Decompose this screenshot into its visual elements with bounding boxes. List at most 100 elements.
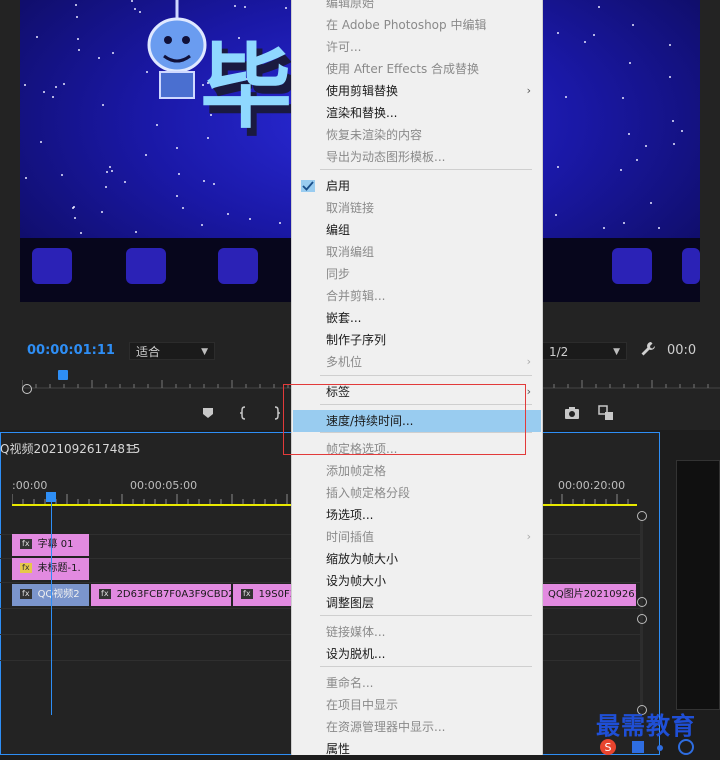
fit-dropdown[interactable]: 适合 ▼	[129, 342, 215, 360]
menu-item[interactable]: 缩放为帧大小	[293, 548, 541, 570]
menu-item[interactable]: 场选项...	[293, 504, 541, 526]
menu-item-label: 时间插值	[326, 530, 375, 544]
menu-item-label: 设为帧大小	[326, 574, 387, 588]
menu-item-label: 编组	[326, 223, 351, 237]
menu-item[interactable]: 编辑原始	[293, 0, 541, 14]
duration-timecode: 00:0	[667, 343, 697, 358]
sparkle	[182, 207, 184, 209]
sparkle	[249, 218, 251, 220]
menu-item[interactable]: 在项目中显示	[293, 694, 541, 716]
menu-item[interactable]: 设为脱机...	[293, 643, 541, 665]
menu-item-label: 取消链接	[326, 201, 375, 215]
sparkle	[40, 141, 42, 143]
scroll-handle[interactable]	[637, 614, 647, 624]
menu-item[interactable]: 添加帧定格	[293, 460, 541, 482]
menu-item[interactable]: 调整图层	[293, 592, 541, 614]
chevron-right-icon: ›	[526, 355, 531, 368]
menu-item[interactable]: 同步	[293, 263, 541, 285]
menu-item[interactable]: 合并剪辑...	[293, 285, 541, 307]
zoom-handle[interactable]	[22, 384, 32, 394]
sparkle	[645, 145, 647, 147]
fx-icon: fx	[20, 539, 32, 549]
clip-label: 字幕 01	[37, 539, 74, 550]
sparkle	[102, 104, 104, 106]
menu-item[interactable]: 取消链接	[293, 197, 541, 219]
sparkle	[101, 211, 103, 213]
marker-icon[interactable]	[200, 405, 216, 421]
menu-item[interactable]: 时间插值 ›	[293, 526, 541, 548]
playhead-timecode[interactable]: 00:00:01:11	[27, 343, 115, 358]
sparkle	[557, 32, 559, 34]
camera-icon[interactable]	[564, 405, 580, 421]
sparkle	[673, 143, 675, 145]
wrench-icon[interactable]	[640, 341, 656, 357]
sparkle	[72, 207, 74, 209]
sparkle	[669, 76, 671, 78]
sparkle	[632, 24, 634, 26]
sparkle	[77, 38, 79, 40]
checkmark-icon	[301, 180, 315, 192]
menu-separator	[320, 615, 532, 616]
sparkle	[43, 91, 45, 93]
sparkle	[279, 222, 281, 224]
menu-item[interactable]: 重命名...	[293, 672, 541, 694]
sparkle	[227, 213, 229, 215]
menu-item[interactable]: 编组	[293, 219, 541, 241]
menu-item-label: 导出为动态图形模板...	[326, 150, 446, 164]
menu-item[interactable]: 恢复未渲染的内容	[293, 124, 541, 146]
menu-item-label: 渲染和替换...	[326, 106, 398, 120]
sparkle	[109, 166, 111, 168]
menu-item[interactable]: 使用 After Effects 合成替换	[293, 58, 541, 80]
sparkle	[285, 7, 287, 9]
monitor-playhead[interactable]	[58, 370, 68, 380]
timeline-clip[interactable]: fx 19S0F3	[233, 584, 291, 606]
sparkle	[111, 170, 113, 172]
menu-item[interactable]: 制作子序列	[293, 329, 541, 351]
menu-item[interactable]: 渲染和替换...	[293, 102, 541, 124]
sparkle	[650, 202, 652, 204]
mark-in-icon[interactable]	[236, 405, 252, 421]
menu-item-label: 合并剪辑...	[326, 289, 386, 303]
menu-item[interactable]: 链接媒体...	[293, 621, 541, 643]
menu-item[interactable]: 导出为动态图形模板...	[293, 146, 541, 168]
compare-view-icon[interactable]	[598, 405, 614, 421]
menu-item-label: 恢复未渲染的内容	[326, 128, 423, 142]
clip-label: 2D63FCB7F0A3F9CBD2FA	[116, 589, 231, 600]
hamburger-menu-icon[interactable]: ☰	[126, 443, 136, 456]
watermark-logo: 最需教育	[596, 711, 696, 740]
sparkle	[24, 84, 26, 86]
menu-item[interactable]: 许可...	[293, 36, 541, 58]
menu-item[interactable]: 嵌套...	[293, 307, 541, 329]
scroll-handle[interactable]	[637, 597, 647, 607]
sparkle	[622, 97, 624, 99]
menu-item-label: 缩放为帧大小	[326, 552, 399, 566]
clip-label: QQ图片202109261	[548, 589, 636, 600]
sparkle	[156, 124, 158, 126]
menu-separator	[320, 375, 532, 376]
menu-item[interactable]: 插入帧定格分段	[293, 482, 541, 504]
menu-item[interactable]: 属性	[293, 738, 541, 760]
menu-item[interactable]: 在 Adobe Photoshop 中编辑	[293, 14, 541, 36]
menu-item[interactable]: 多机位 ›	[293, 351, 541, 373]
menu-item-label: 场选项...	[326, 508, 374, 522]
sparkle	[623, 222, 625, 224]
timeline-clip[interactable]: QQ图片202109261	[542, 584, 636, 606]
menu-item[interactable]: 设为帧大小	[293, 570, 541, 592]
sparkle	[555, 214, 557, 216]
scroll-handle[interactable]	[637, 511, 647, 521]
menu-item[interactable]: 使用剪辑替换 ›	[293, 80, 541, 102]
sparkle	[63, 83, 65, 85]
sparkle	[135, 231, 137, 233]
timeline-clip[interactable]: fx 2D63FCB7F0A3F9CBD2FA	[91, 584, 231, 606]
sparkle	[603, 227, 605, 229]
mark-out-icon[interactable]	[268, 405, 284, 421]
sparkle	[636, 159, 638, 161]
video-overlay-title: 毕	[200, 34, 293, 141]
resolution-dropdown[interactable]: 1/2 ▼	[542, 342, 627, 360]
menu-item[interactable]: 启用	[293, 175, 541, 197]
menu-item[interactable]: 在资源管理器中显示...	[293, 716, 541, 738]
menu-item[interactable]: 取消编组	[293, 241, 541, 263]
menu-item-label: 重命名...	[326, 676, 374, 690]
sparkle	[80, 232, 82, 234]
sequence-tab[interactable]: Q视频20210926174815	[0, 440, 140, 457]
